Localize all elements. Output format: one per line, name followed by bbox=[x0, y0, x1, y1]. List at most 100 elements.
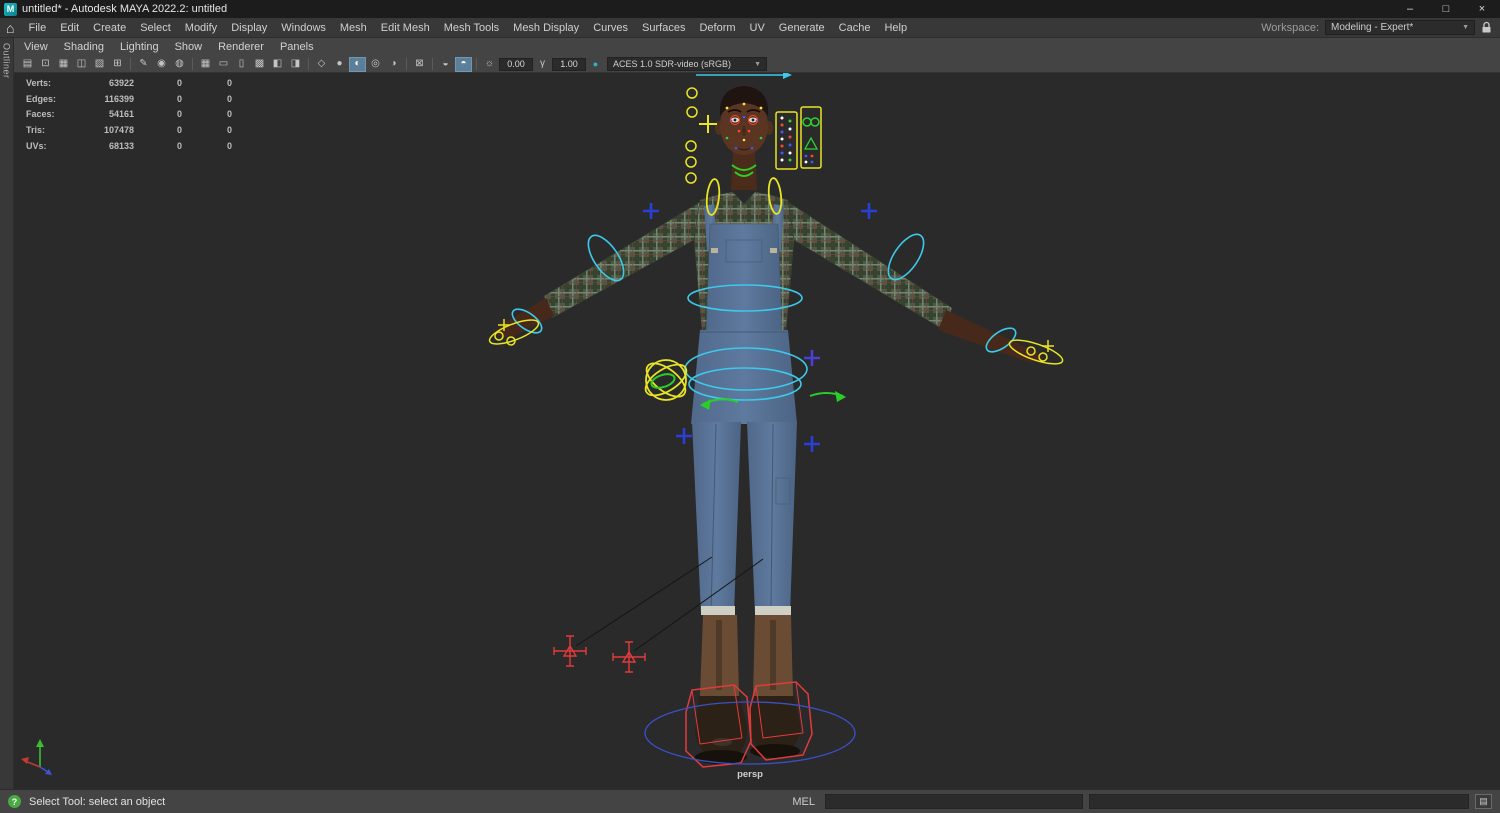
hud-value: 0 bbox=[226, 78, 232, 88]
window-title: untitled* - Autodesk MAYA 2022.2: untitl… bbox=[22, 3, 228, 15]
hud-label: Faces: bbox=[26, 109, 55, 120]
gate-mask-icon[interactable]: ▩ bbox=[251, 57, 268, 72]
panel-menu-bar: View Shading Lighting Show Renderer Pane… bbox=[14, 38, 1500, 56]
menu-mesh[interactable]: Mesh bbox=[333, 22, 374, 34]
hud-value: 0 bbox=[226, 140, 232, 151]
menu-create[interactable]: Create bbox=[86, 22, 133, 34]
toolbar-separator bbox=[476, 58, 477, 70]
menu-curves[interactable]: Curves bbox=[586, 22, 635, 34]
menu-display[interactable]: Display bbox=[224, 22, 274, 34]
viewport[interactable]: Verts: 63922 0 0 Edges: 116399 0 0 Faces: 54161… bbox=[14, 73, 1500, 789]
overall-hips-shape[interactable] bbox=[691, 330, 797, 424]
mel-toggle-button[interactable]: MEL bbox=[788, 796, 819, 808]
hud-value: 0 bbox=[176, 109, 182, 120]
menu-mesh-display[interactable]: Mesh Display bbox=[506, 22, 586, 34]
colorspace-icon[interactable]: ● bbox=[587, 57, 604, 72]
minimize-button[interactable]: – bbox=[1392, 0, 1428, 18]
film-gate-icon[interactable]: ▭ bbox=[215, 57, 232, 72]
panel-menu-renderer[interactable]: Renderer bbox=[218, 41, 274, 53]
bookmarks-icon[interactable]: ◫ bbox=[73, 57, 90, 72]
resolution-gate-icon[interactable]: ▯ bbox=[233, 57, 250, 72]
right-hand-shape[interactable] bbox=[938, 310, 1043, 362]
cog-control[interactable] bbox=[641, 357, 692, 403]
panel-column: View Shading Lighting Show Renderer Pane… bbox=[14, 38, 1500, 789]
face-board-controls[interactable] bbox=[775, 106, 822, 170]
smooth-shade-icon[interactable]: ● bbox=[331, 57, 348, 72]
camera-attributes-icon[interactable]: ▦ bbox=[55, 57, 72, 72]
left-pant-leg-shape[interactable] bbox=[692, 422, 741, 614]
script-editor-icon[interactable]: ▤ bbox=[1475, 794, 1492, 809]
safe-action-icon[interactable]: ◧ bbox=[269, 57, 286, 72]
left-sleeve-shape[interactable] bbox=[543, 201, 701, 319]
hud-value: 68133 bbox=[108, 140, 134, 151]
outliner-tab-label: Outliner bbox=[1, 43, 12, 79]
panel-menu-shading[interactable]: Shading bbox=[64, 41, 114, 53]
right-boot-laces bbox=[770, 620, 776, 690]
menu-edit[interactable]: Edit bbox=[53, 22, 86, 34]
buckle-right bbox=[770, 248, 777, 253]
maximize-button[interactable]: □ bbox=[1428, 0, 1464, 18]
use-default-material-icon[interactable]: ◎ bbox=[367, 57, 384, 72]
grease-pencil-icon[interactable]: ✎ bbox=[135, 57, 152, 72]
command-line-input[interactable] bbox=[825, 794, 1083, 809]
menu-select[interactable]: Select bbox=[133, 22, 178, 34]
image-plane-icon[interactable]: ▧ bbox=[91, 57, 108, 72]
exposure-field[interactable] bbox=[499, 57, 533, 71]
grid-icon[interactable]: ▦ bbox=[197, 57, 214, 72]
lock-icon[interactable] bbox=[1481, 21, 1492, 34]
xray-icon[interactable]: ◒ bbox=[437, 57, 454, 72]
right-sleeve-shape[interactable] bbox=[787, 201, 953, 331]
axis-indicator bbox=[21, 739, 52, 775]
menu-surfaces[interactable]: Surfaces bbox=[635, 22, 692, 34]
panel-menu-show[interactable]: Show bbox=[175, 41, 213, 53]
left-boot-laces bbox=[716, 620, 722, 690]
hud-label: Tris: bbox=[26, 125, 46, 136]
menu-edit-mesh[interactable]: Edit Mesh bbox=[374, 22, 437, 34]
left-hand-shape[interactable] bbox=[497, 298, 554, 338]
menu-help[interactable]: Help bbox=[877, 22, 914, 34]
lighting-icon[interactable]: ◓ bbox=[455, 56, 472, 72]
home-icon[interactable]: ⌂ bbox=[0, 20, 21, 36]
textured-icon[interactable]: ◐ bbox=[349, 56, 366, 72]
command-output-field[interactable] bbox=[1089, 794, 1469, 809]
two-d-pan-zoom-icon[interactable]: ⊞ bbox=[109, 57, 126, 72]
shadows-icon[interactable]: ◑ bbox=[385, 57, 402, 72]
overall-bib-shape[interactable] bbox=[705, 223, 783, 337]
menu-mesh-tools[interactable]: Mesh Tools bbox=[437, 22, 506, 34]
workspace-area: Workspace: Modeling - Expert* ▼ bbox=[1261, 20, 1500, 35]
panel-menu-lighting[interactable]: Lighting bbox=[120, 41, 169, 53]
panel-menu-view[interactable]: View bbox=[24, 41, 58, 53]
head-aim-control[interactable] bbox=[696, 73, 792, 79]
gamma-field[interactable] bbox=[552, 57, 586, 71]
isolate-select-icon[interactable]: ⊠ bbox=[411, 57, 428, 72]
workspace-dropdown[interactable]: Modeling - Expert* ▼ bbox=[1325, 20, 1475, 35]
head-offset-controls[interactable] bbox=[685, 87, 717, 184]
menu-deform[interactable]: Deform bbox=[692, 22, 742, 34]
safe-title-icon[interactable]: ◨ bbox=[287, 57, 304, 72]
deformers-display-icon[interactable]: ◍ bbox=[171, 57, 188, 72]
hud-label: Edges: bbox=[26, 93, 57, 104]
menu-file[interactable]: File bbox=[21, 22, 53, 34]
lock-camera-icon[interactable]: ⊡ bbox=[37, 57, 54, 72]
gamma-icon[interactable]: γ bbox=[534, 57, 551, 72]
work-area: Outliner View Shading Lighting Show Rend… bbox=[0, 38, 1500, 789]
menu-windows[interactable]: Windows bbox=[274, 22, 333, 34]
menu-modify[interactable]: Modify bbox=[178, 22, 224, 34]
colorspace-dropdown[interactable]: ACES 1.0 SDR-video (sRGB) ▼ bbox=[607, 57, 767, 71]
outliner-side-tab[interactable]: Outliner bbox=[0, 38, 14, 789]
menu-generate[interactable]: Generate bbox=[772, 22, 832, 34]
help-icon[interactable]: ? bbox=[8, 795, 21, 808]
wireframe-icon[interactable]: ◇ bbox=[313, 57, 330, 72]
character-model[interactable] bbox=[497, 86, 1043, 764]
viewport-canvas[interactable]: persp bbox=[14, 73, 1500, 789]
joints-display-icon[interactable]: ◉ bbox=[153, 57, 170, 72]
menu-cache[interactable]: Cache bbox=[832, 22, 878, 34]
panel-menu-panels[interactable]: Panels bbox=[280, 41, 324, 53]
hud-value: 116399 bbox=[104, 93, 134, 104]
menu-uv[interactable]: UV bbox=[743, 22, 772, 34]
colorspace-value: ACES 1.0 SDR-video (sRGB) bbox=[613, 59, 732, 69]
select-camera-icon[interactable]: ▤ bbox=[19, 57, 36, 72]
help-line-text: Select Tool: select an object bbox=[29, 795, 166, 808]
exposure-icon[interactable]: ☼ bbox=[481, 57, 498, 72]
close-button[interactable]: × bbox=[1464, 0, 1500, 18]
